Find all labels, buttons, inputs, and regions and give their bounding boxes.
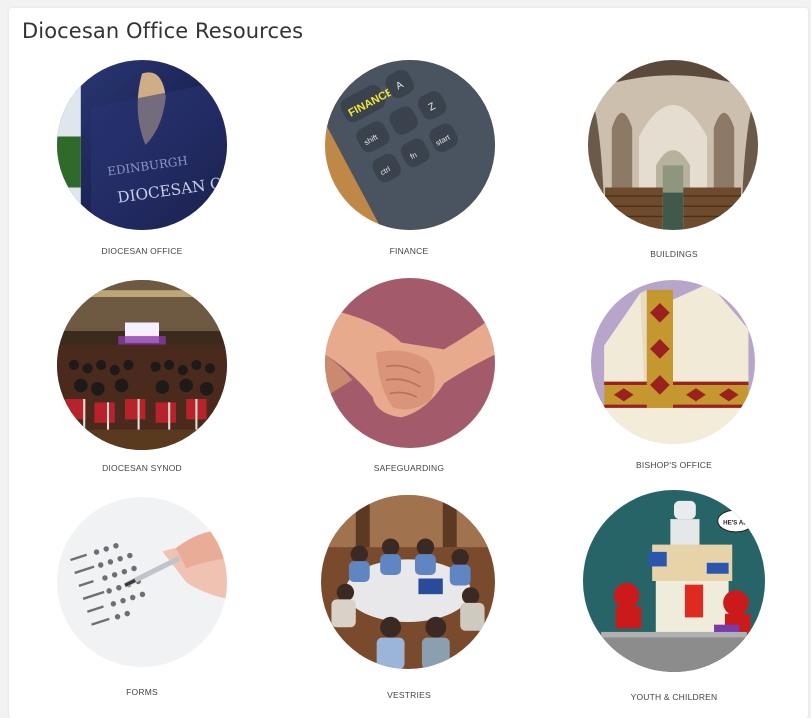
bishops-office-image[interactable] [591,280,755,444]
tile-label: FINANCE [389,246,429,256]
youth-children-image[interactable]: HE'S ALIVE! [583,490,765,672]
tile-label: FORMS [126,687,158,697]
tile-label: DIOCESAN OFFICE [101,246,183,256]
buildings-image[interactable] [588,60,758,230]
diocesan-office-image[interactable]: EDINBURGH DIOCESAN OFFICE [57,60,227,230]
forms-image[interactable] [57,497,227,667]
vestries-image[interactable] [321,495,495,669]
tile-label: DIOCESAN SYNOD [102,463,182,473]
tile-label: BISHOP'S OFFICE [636,460,712,470]
page-title: Diocesan Office Resources [22,19,304,43]
tile-label: SAFEGUARDING [373,463,445,473]
tile-label: YOUTH & CHILDREN [630,692,718,702]
finance-image[interactable]: FINANCE shift ctrl fn start A Z [325,60,495,230]
safeguarding-image[interactable] [325,278,495,448]
tile-label: VESTRIES [387,690,431,700]
diocesan-synod-image[interactable] [57,280,227,450]
tile-label: BUILDINGS [650,249,698,259]
